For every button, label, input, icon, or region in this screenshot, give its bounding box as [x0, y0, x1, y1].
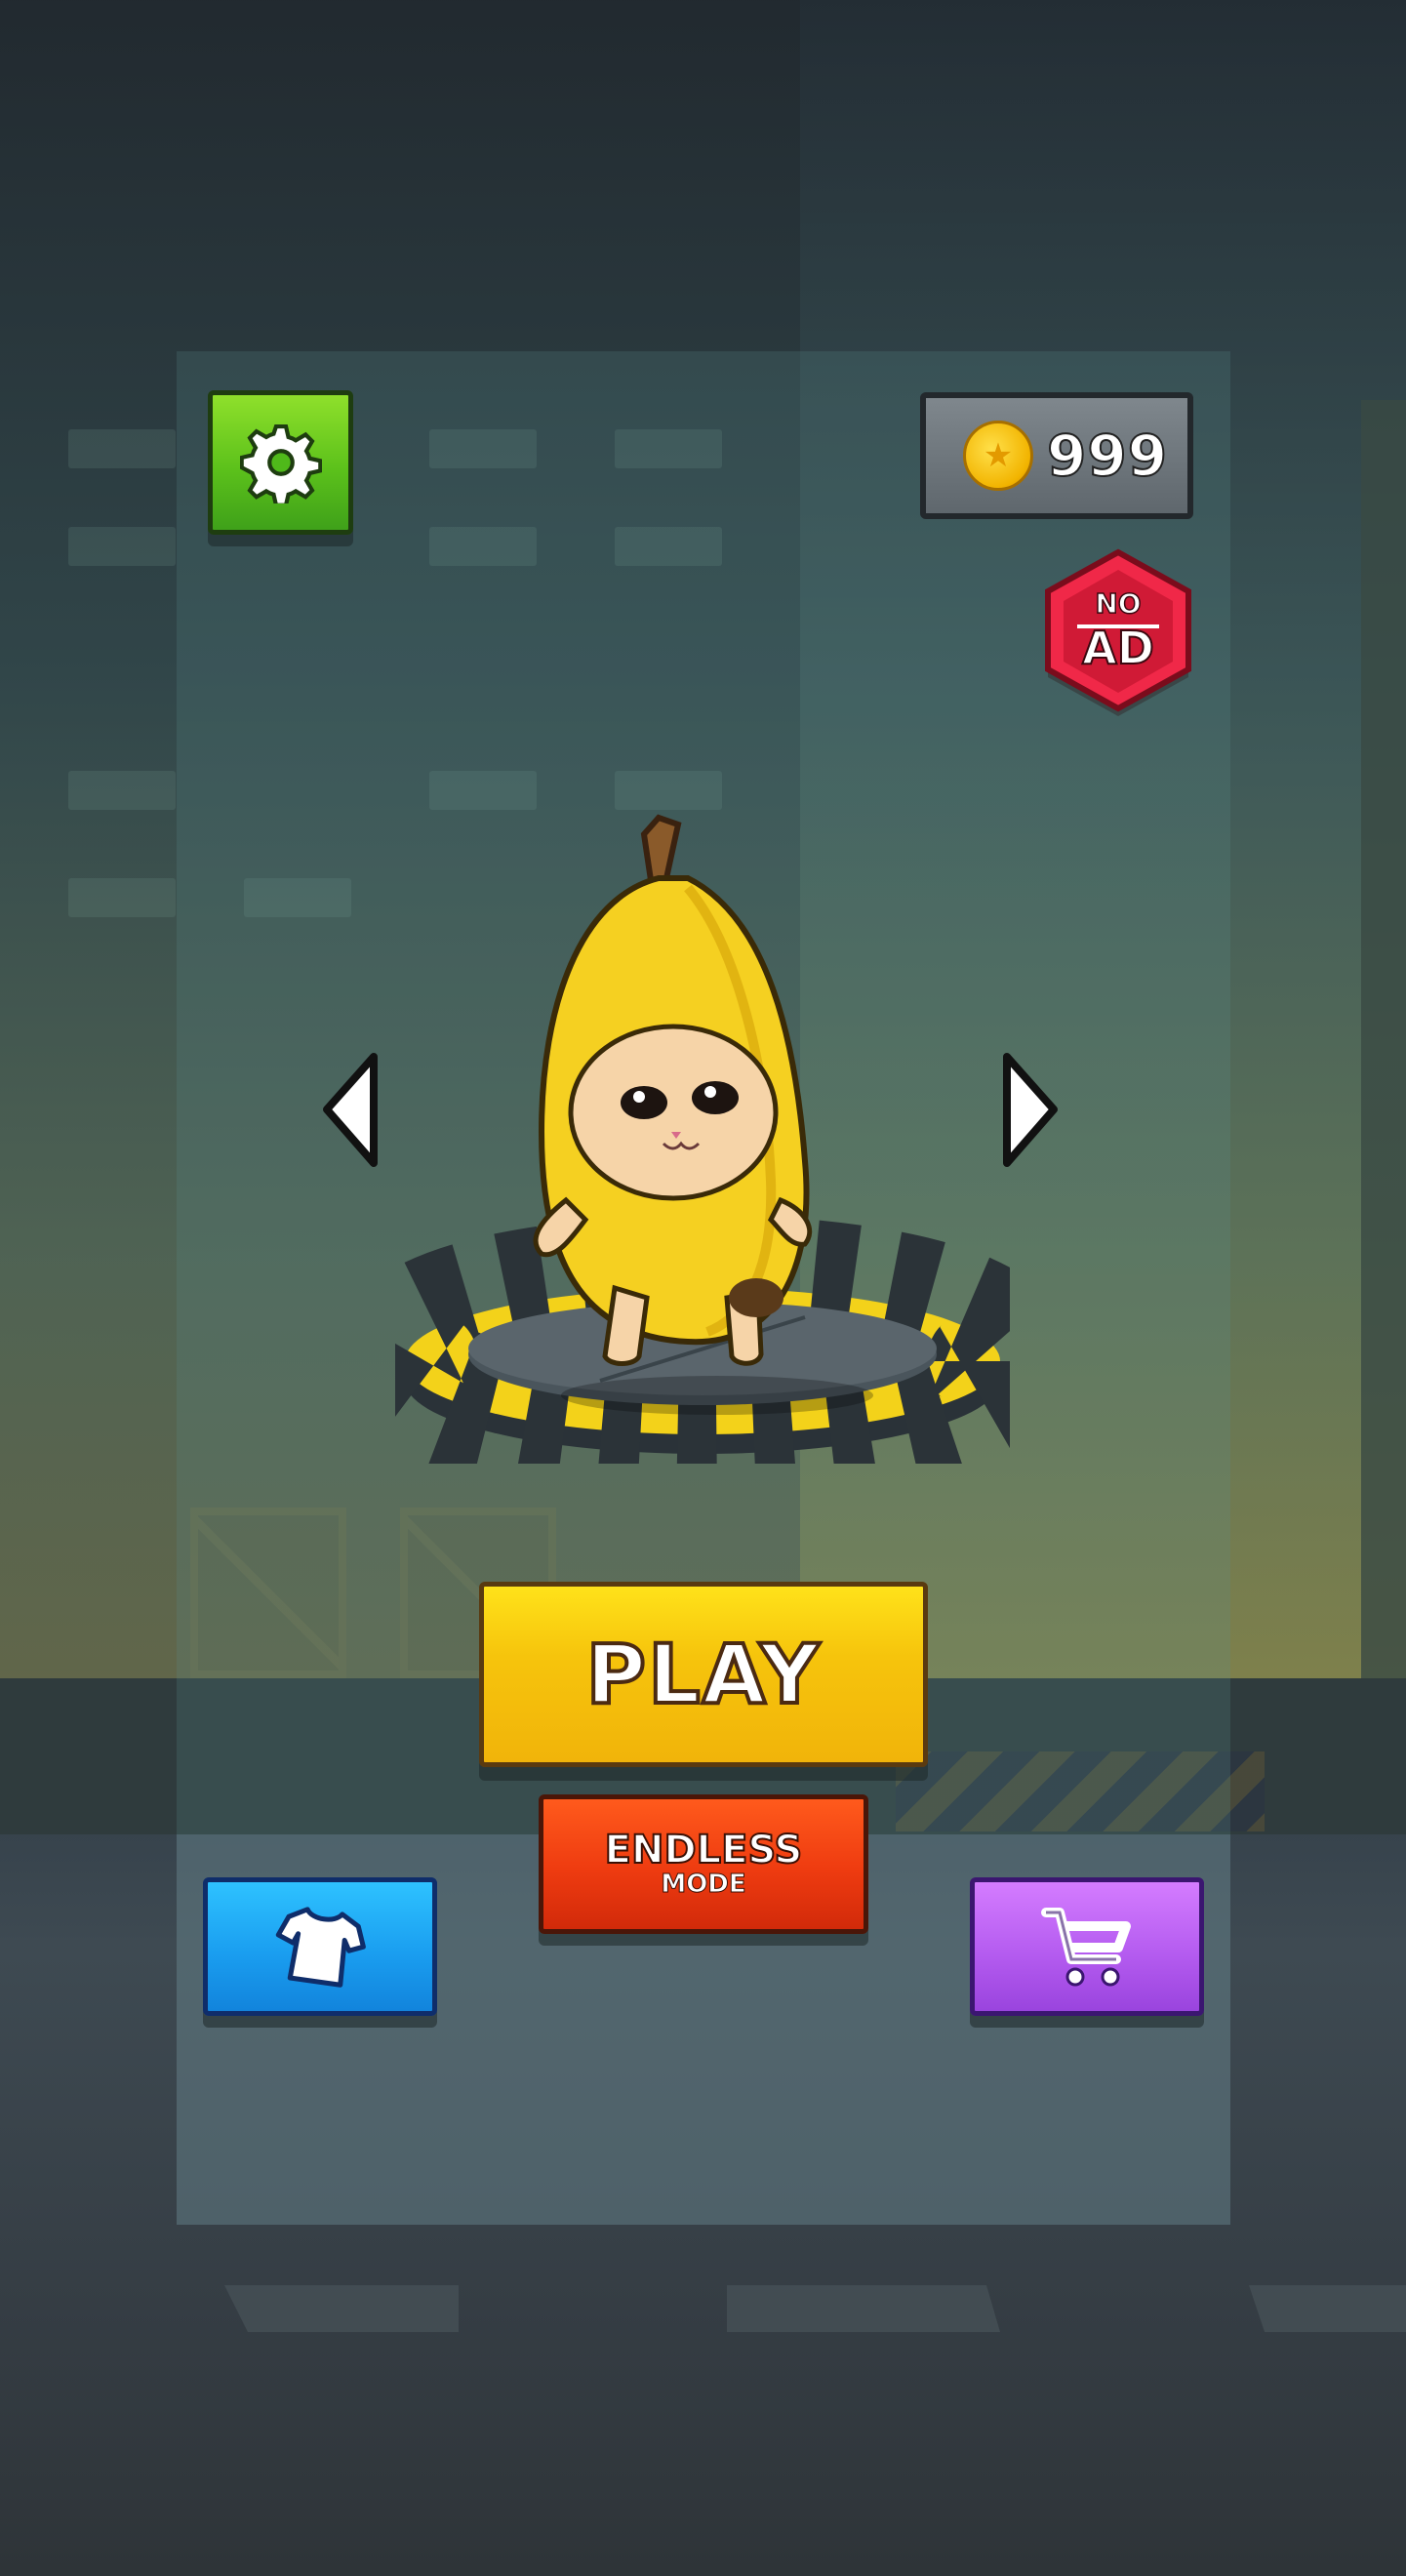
- no-ad-line2: AD: [1082, 622, 1154, 674]
- play-button[interactable]: PLAY: [479, 1582, 928, 1767]
- chevron-left-icon: [323, 1053, 378, 1167]
- building-window: [68, 878, 176, 917]
- road-marking: [1249, 2285, 1406, 2332]
- building-window: [68, 429, 176, 468]
- character-preview: [395, 814, 1010, 1464]
- road-marking: [727, 2285, 1000, 2332]
- endless-button-label: ENDLESS: [604, 1828, 804, 1873]
- skins-button[interactable]: [203, 1877, 437, 2016]
- road-marking: [224, 2285, 459, 2332]
- gear-icon: [239, 423, 322, 503]
- no-ad-line1: NO: [1095, 587, 1141, 620]
- play-button-label: PLAY: [584, 1625, 822, 1724]
- endless-mode-button[interactable]: ENDLESS MODE: [539, 1794, 868, 1934]
- cart-icon: [1041, 1908, 1131, 1987]
- coin-icon: ★: [963, 421, 1033, 491]
- shop-button[interactable]: [970, 1877, 1204, 2016]
- building-window: [68, 527, 176, 566]
- settings-button[interactable]: [208, 390, 353, 535]
- tshirt-icon: [275, 1907, 366, 1988]
- building-window: [68, 771, 176, 810]
- coin-counter: ★ 999: [920, 392, 1193, 519]
- no-ad-button[interactable]: NO AD: [1042, 548, 1194, 716]
- building-far: [1361, 400, 1406, 1678]
- previous-character-button[interactable]: [317, 1049, 385, 1171]
- coin-amount: 999: [1046, 422, 1169, 490]
- endless-button-sublabel: MODE: [661, 1870, 746, 1900]
- no-ad-icon: NO AD: [1045, 548, 1191, 716]
